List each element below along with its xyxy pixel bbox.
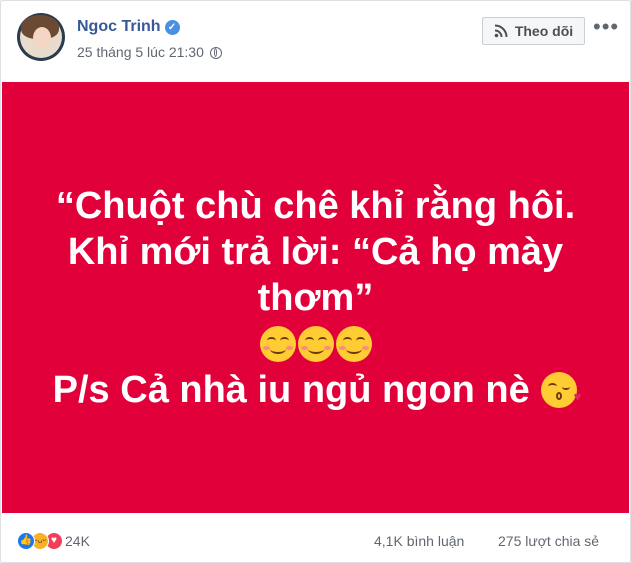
post-text: “Chuột chù chê khỉ rằng hôi. Khỉ mới trả… [36,183,596,413]
avatar[interactable] [17,13,65,61]
post-header: Ngoc Trinh ✓ 25 tháng 5 lúc 21:30 Theo dõ… [1,1,630,81]
post-card: Ngoc Trinh ✓ 25 tháng 5 lúc 21:30 Theo dõ… [0,0,631,563]
post-text-line-4: P/s Cả nhà iu ngủ ngon nè [52,368,530,411]
follow-button-label: Theo dõi [514,23,574,39]
comment-count[interactable]: 4,1K bình luận [374,533,464,549]
post-background: “Chuột chù chê khỉ rằng hôi. Khỉ mới trả… [2,82,629,513]
avatar-face [33,27,51,49]
author-name-text[interactable]: Ngoc Trinh [77,18,161,35]
post-footer: 👍 ᵕᴗᵕ ♥ 24K 4,1K bình luận 275 lượt chia… [1,523,630,559]
rss-icon [494,24,508,38]
post-text-line-3: thơm” [257,276,374,319]
smiling-face-icon [259,325,296,362]
reaction-count[interactable]: 24K [65,533,90,549]
globe-icon [209,47,222,59]
verified-badge-icon: ✓ [164,20,180,35]
share-count[interactable]: 275 lượt chia sẻ [498,533,599,549]
post-meta: 25 tháng 5 lúc 21:30 [77,44,222,60]
smiling-face-icon [297,325,334,362]
post-text-line-4-wrap: P/s Cả nhà iu ngủ ngon nè ♥ [36,367,596,413]
emoji-row [36,321,596,367]
author-name[interactable]: Ngoc Trinh ✓ [77,18,180,36]
post-text-line-1: “Chuột chù chê khỉ rằng hôi. [55,184,576,227]
post-timestamp[interactable]: 25 tháng 5 lúc 21:30 [77,44,204,60]
more-options-button[interactable]: ••• [593,16,618,41]
post-text-line-2: Khỉ mới trả lời: “Cả họ mày [67,230,564,273]
like-icon: 👍 [17,532,35,550]
smiling-face-icon [335,325,372,362]
face-blowing-kiss-icon: ♥ [541,371,581,408]
follow-button[interactable]: Theo dõi [482,17,585,45]
